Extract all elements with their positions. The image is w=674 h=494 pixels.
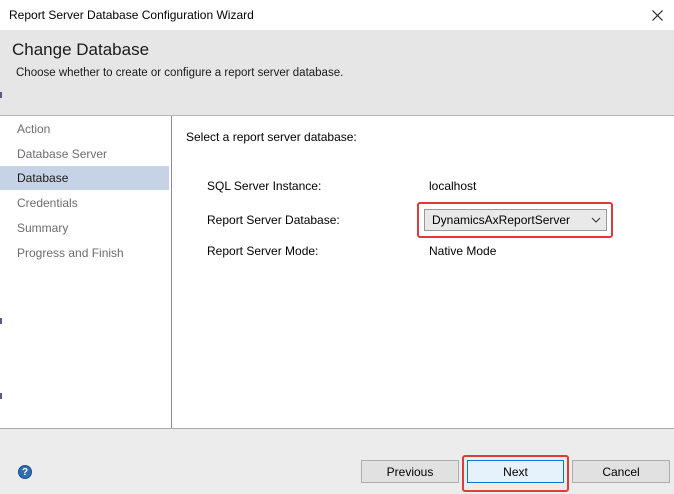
previous-button[interactable]: Previous	[361, 460, 459, 483]
help-icon[interactable]: ?	[18, 465, 32, 479]
nav-item-database[interactable]: Database	[0, 166, 169, 190]
nav-item-database-server[interactable]: Database Server	[0, 142, 169, 166]
close-button[interactable]	[640, 0, 674, 30]
report-db-selected-value: DynamicsAxReportServer	[432, 213, 571, 227]
edge-artifact	[0, 92, 2, 98]
edge-artifact	[0, 393, 2, 399]
select-db-prompt: Select a report server database:	[186, 130, 357, 144]
report-mode-value: Native Mode	[429, 244, 497, 258]
wizard-steps-nav: Action Database Server Database Credenti…	[0, 116, 171, 428]
wizard-window: Report Server Database Configuration Wiz…	[0, 0, 674, 494]
nav-item-credentials[interactable]: Credentials	[0, 191, 169, 215]
header-banner: Change Database Choose whether to create…	[0, 30, 674, 116]
window-title: Report Server Database Configuration Wiz…	[9, 8, 254, 22]
content-panel: Select a report server database: SQL Ser…	[172, 116, 674, 428]
page-subtitle: Choose whether to create or configure a …	[16, 67, 344, 79]
nav-item-progress-finish[interactable]: Progress and Finish	[0, 241, 169, 265]
report-db-label: Report Server Database:	[207, 213, 340, 227]
footer-bar: ? Previous Next Cancel	[0, 429, 674, 494]
chevron-down-icon	[591, 217, 601, 223]
title-bar: Report Server Database Configuration Wiz…	[0, 0, 674, 30]
edge-artifact	[0, 318, 2, 324]
report-db-select[interactable]: DynamicsAxReportServer	[424, 209, 607, 231]
page-title: Change Database	[12, 40, 150, 59]
nav-item-action[interactable]: Action	[0, 117, 169, 141]
next-button[interactable]: Next	[467, 460, 564, 483]
sql-instance-label: SQL Server Instance:	[207, 179, 322, 193]
close-icon	[651, 9, 663, 21]
report-mode-label: Report Server Mode:	[207, 244, 319, 258]
nav-item-summary[interactable]: Summary	[0, 216, 169, 240]
cancel-button[interactable]: Cancel	[572, 460, 670, 483]
sql-instance-value: localhost	[429, 179, 477, 193]
